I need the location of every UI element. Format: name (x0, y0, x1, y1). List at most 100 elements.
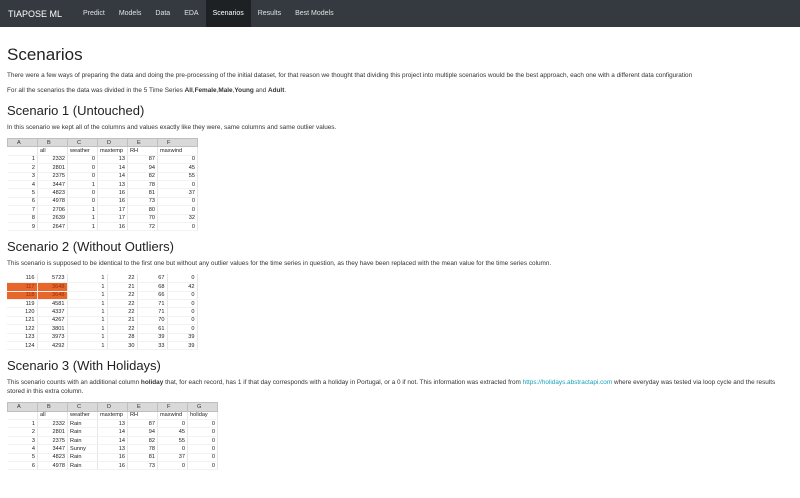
header-cell: weather (67, 411, 98, 421)
table-row: 123 3973 1 28 39 39 (7, 333, 198, 342)
table-cell: 32 (157, 214, 198, 223)
table-cell: 2375 (37, 172, 68, 181)
table-cell: 0 (187, 444, 218, 454)
table-cell: 22 (107, 307, 138, 317)
table-cell: 4267 (37, 316, 68, 326)
table-cell: 17 (97, 214, 128, 223)
table-cell: 3801 (37, 324, 68, 334)
table-cell: 3648 (37, 291, 68, 300)
table-cell: 0 (167, 307, 198, 317)
table-cell: 37 (157, 188, 198, 198)
table-row: 4 3447 Sunny 13 78 0 0 (7, 444, 218, 454)
table-cell: 33 (137, 341, 168, 351)
table-cell: Rain (67, 453, 98, 463)
table-cell: 1 (67, 205, 98, 215)
nav-predict[interactable]: Predict (76, 0, 112, 27)
table-cell: 13 (97, 155, 128, 165)
header-cell (7, 411, 38, 421)
scenario2-description: This scenario is supposed to be identica… (7, 260, 552, 268)
table-cell: 2639 (37, 214, 68, 223)
table-cell: 0 (187, 427, 218, 437)
col-letter: D (97, 137, 128, 148)
brand-logo[interactable]: TIAPOSE ML (8, 9, 62, 19)
table-cell: 16 (97, 461, 128, 471)
table-cell: 39 (167, 333, 198, 342)
table-cell: Rain (67, 419, 98, 429)
ts-male: Male (218, 87, 233, 94)
table-cell: 17 (97, 205, 128, 215)
table-cell: 1 (7, 419, 38, 429)
table-cell: 42 (167, 282, 198, 292)
table-cell: 0 (67, 155, 98, 165)
table-cell: 1 (7, 155, 38, 165)
header-cell: weather (67, 146, 98, 156)
nav-models[interactable]: Models (112, 0, 149, 27)
table-cell: 3447 (37, 444, 68, 454)
table-cell: 5 (7, 453, 38, 463)
table-cell: 94 (127, 163, 158, 173)
header-cell (7, 146, 38, 156)
table-cell: 81 (127, 188, 158, 198)
header-cell: maxwind (157, 411, 188, 421)
nav-scenarios[interactable]: Scenarios (205, 0, 251, 27)
table-cell: 117 (7, 282, 38, 292)
holidays-api-link[interactable]: https://holidays.abstractapi.com (523, 379, 613, 386)
table-cell: 94 (127, 427, 158, 437)
table-cell: 1 (67, 222, 98, 232)
col-letter: F (157, 402, 188, 412)
scenario3-table-body: all weather maxtemp RH maxwind holiday 1… (7, 411, 218, 471)
table-cell: 9 (7, 222, 38, 232)
col-letter: A (7, 402, 38, 412)
ts-female: Female (194, 87, 217, 94)
scenario2-table-body: 116 5723 1 22 67 0 117 3648 1 21 68 42 118 3648 1 22 66 0… (7, 274, 198, 351)
table-cell: 0 (157, 205, 198, 215)
table-cell: 123 (7, 333, 38, 342)
table-cell: 8 (7, 214, 38, 223)
table-cell: 22 (107, 324, 138, 334)
header-row: all weather maxtemp RH maxwind (7, 146, 198, 156)
table-cell: 121 (7, 316, 38, 326)
ts-adult: Adult (268, 87, 285, 94)
table-cell: 5 (7, 188, 38, 198)
table-cell: 0 (157, 155, 198, 165)
scenario3-description: This scenario counts with an additional … (7, 378, 793, 396)
nav-data[interactable]: Data (148, 0, 177, 27)
table-cell: 80 (127, 205, 158, 215)
table-cell: 1 (67, 333, 108, 342)
table-cell: 4823 (37, 453, 68, 463)
table-cell: 120 (7, 307, 38, 317)
table-cell: 0 (157, 419, 188, 429)
col-letter: F (157, 137, 198, 148)
table-cell: 21 (107, 282, 138, 292)
table-cell: 87 (127, 155, 158, 165)
table-cell: 0 (187, 453, 218, 463)
table-cell: 0 (187, 419, 218, 429)
table-cell: 14 (97, 172, 128, 181)
table-cell: 0 (157, 180, 198, 190)
nav-best-models[interactable]: Best Models (288, 0, 341, 27)
table-cell: 72 (127, 222, 158, 232)
table-cell: 1 (67, 214, 98, 223)
table-cell: 4292 (37, 341, 68, 351)
table-row: 120 4337 1 22 71 0 (7, 307, 198, 317)
table-cell: 14 (97, 427, 128, 437)
table-cell: 45 (157, 163, 198, 173)
table-cell: 14 (97, 163, 128, 173)
header-cell: all (37, 146, 68, 156)
nav-results[interactable]: Results (251, 0, 288, 27)
table-cell: 5723 (37, 274, 68, 284)
table-cell: 87 (127, 419, 158, 429)
scenario3-table: A B C D E F G all weather maxtemp RH max… (7, 402, 218, 471)
table-cell: 73 (127, 197, 158, 207)
table-cell: 0 (157, 461, 188, 471)
header-cell: RH (127, 411, 158, 421)
nav-eda[interactable]: EDA (177, 0, 205, 27)
table-cell: Rain (67, 461, 98, 471)
table-cell: 0 (157, 444, 188, 454)
table-cell: 4 (7, 444, 38, 454)
col-letter: B (37, 137, 68, 148)
table-cell: 70 (137, 316, 168, 326)
scenario1-title: Scenario 1 (Untouched) (7, 103, 145, 118)
table-cell: 0 (167, 299, 198, 309)
header-cell: maxtemp (97, 411, 128, 421)
